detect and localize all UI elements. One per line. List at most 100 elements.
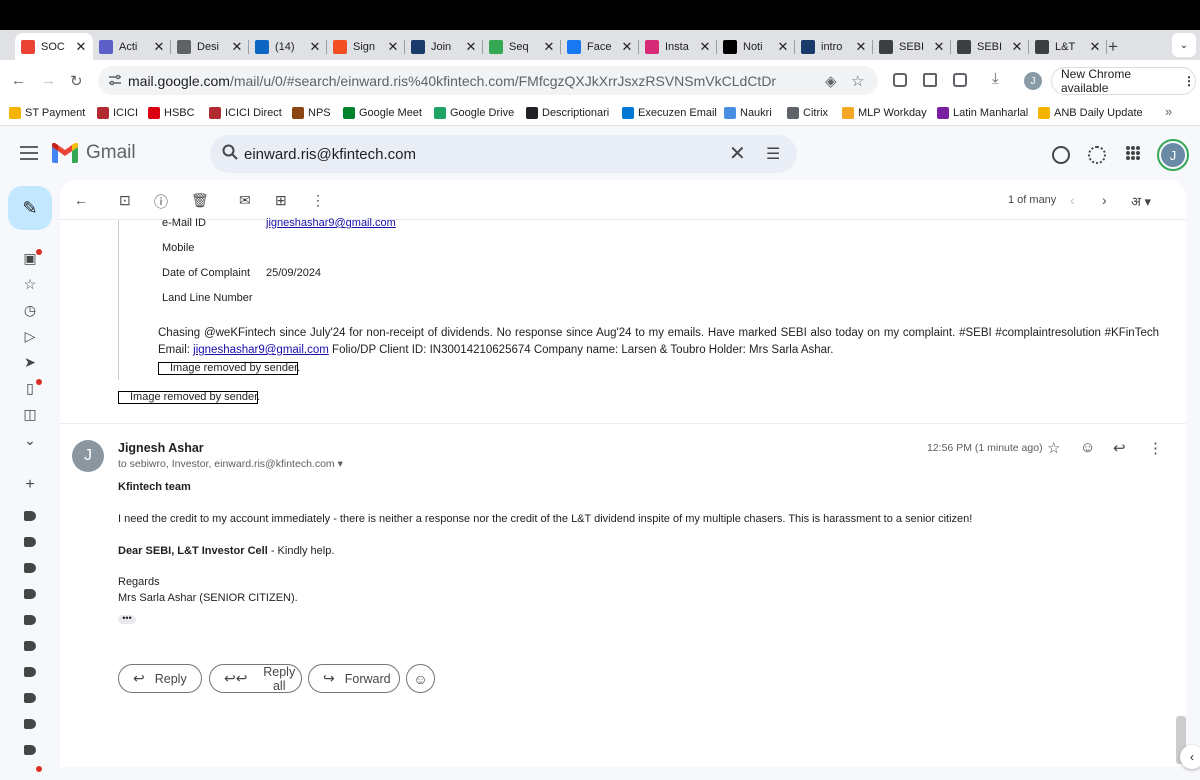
label-tag-icon[interactable] xyxy=(24,563,36,573)
address-bar[interactable]: mail.google.com/mail/u/0/#search/einward… xyxy=(98,66,878,95)
label-icon[interactable]: ◫ xyxy=(22,407,38,421)
input-tools-icon[interactable]: अ ▾ xyxy=(1131,192,1151,210)
label-tag-icon[interactable] xyxy=(24,667,36,677)
close-tab-icon[interactable]: ✕ xyxy=(697,39,713,55)
bookmark-item[interactable]: Citrix xyxy=(787,107,828,119)
search-options-icon[interactable]: ☰ xyxy=(766,144,780,164)
bookmark-item[interactable]: NPS xyxy=(292,107,331,119)
add-reaction-icon[interactable]: ☺ xyxy=(1080,439,1095,456)
bookmark-item[interactable]: ANB Daily Update xyxy=(1038,107,1143,119)
settings-gear-icon[interactable] xyxy=(1088,146,1106,164)
search-icon[interactable] xyxy=(222,144,238,160)
side-panel-toggle-icon[interactable]: ‹ xyxy=(1180,745,1200,769)
bookmark-item[interactable]: Naukri xyxy=(724,107,772,119)
browser-tab[interactable]: Seq ✕ xyxy=(483,33,561,60)
bookmark-item[interactable]: HSBC xyxy=(148,107,195,119)
more-bookmarks-icon[interactable]: » xyxy=(1165,104,1172,119)
chart-extension-icon[interactable] xyxy=(923,73,937,87)
back-to-results-icon[interactable]: ← xyxy=(74,192,88,208)
back-icon[interactable]: ← xyxy=(11,72,26,89)
more-chevron-icon[interactable]: ⌄ xyxy=(22,433,38,447)
bookmark-item[interactable]: ST Payment xyxy=(9,107,85,119)
starred-icon[interactable]: ☆ xyxy=(22,277,38,291)
bookmark-item[interactable]: Google Drive xyxy=(434,107,514,119)
label-tag-icon[interactable] xyxy=(24,615,36,625)
close-tab-icon[interactable]: ✕ xyxy=(151,39,167,55)
bookmark-item[interactable]: ICICI xyxy=(97,107,138,119)
bookmark-item[interactable]: Descriptionari xyxy=(526,107,609,119)
browser-tab[interactable]: SEBI ✕ xyxy=(873,33,951,60)
label-tag-icon[interactable] xyxy=(24,745,36,755)
bookmark-item[interactable]: Latin Manharlal xyxy=(937,107,1028,119)
browser-tab[interactable]: SEBI ✕ xyxy=(951,33,1029,60)
browser-tab[interactable]: Sign ✕ xyxy=(327,33,405,60)
close-tab-icon[interactable]: ✕ xyxy=(463,39,479,55)
newer-chevron-icon[interactable]: ‹ xyxy=(1070,192,1075,208)
mail-search-bar[interactable]: ✕ ☰ xyxy=(210,135,797,173)
site-info-icon[interactable] xyxy=(108,73,122,87)
email-link[interactable]: jigneshashar9@gmail.com xyxy=(266,217,396,229)
close-tab-icon[interactable]: ✕ xyxy=(853,39,869,55)
sender-name[interactable]: Jignesh Ashar xyxy=(118,441,204,455)
older-chevron-icon[interactable]: › xyxy=(1102,192,1107,208)
google-apps-icon[interactable] xyxy=(1126,146,1140,160)
browser-tab[interactable]: Noti ✕ xyxy=(717,33,795,60)
browser-tab[interactable]: Face ✕ xyxy=(561,33,639,60)
close-tab-icon[interactable]: ✕ xyxy=(1087,39,1103,55)
browser-tab[interactable]: (14) ✕ xyxy=(249,33,327,60)
tab-search-button[interactable]: ⌄ xyxy=(1172,33,1196,57)
reply-icon[interactable]: ↩ xyxy=(1113,439,1126,457)
gmail-logo[interactable]: Gmail xyxy=(52,142,136,164)
browser-tab[interactable]: SOC ✕ xyxy=(15,33,93,60)
puzzle-icon[interactable] xyxy=(953,73,967,87)
close-tab-icon[interactable]: ✕ xyxy=(385,39,401,55)
sender-avatar[interactable]: J xyxy=(72,440,104,472)
reply-button[interactable]: ↩ Reply xyxy=(118,664,202,693)
browser-tab[interactable]: intro ✕ xyxy=(795,33,873,60)
search-input[interactable] xyxy=(244,141,714,167)
clear-search-icon[interactable]: ✕ xyxy=(729,141,746,166)
forward-button[interactable]: ↪ Forward xyxy=(308,664,400,693)
delete-icon[interactable]: 🗑 xyxy=(191,192,209,209)
sent-icon[interactable]: ➤ xyxy=(22,355,38,369)
bookmark-item[interactable]: MLP Workday xyxy=(842,107,927,119)
extension-icon[interactable] xyxy=(893,73,907,87)
forward-icon[interactable]: → xyxy=(41,72,56,89)
bookmark-item[interactable]: Execuzen Email xyxy=(622,107,717,119)
move-to-icon[interactable]: ⊞ xyxy=(275,192,287,209)
message-more-icon[interactable]: ⋮ xyxy=(1148,439,1163,457)
close-tab-icon[interactable]: ✕ xyxy=(73,39,89,55)
compose-button[interactable]: ✎ xyxy=(8,186,52,230)
emoji-reaction-button[interactable]: ☺ xyxy=(406,664,435,693)
profile-avatar[interactable]: J xyxy=(1024,72,1042,90)
kebab-menu-icon[interactable]: ⋮ xyxy=(1183,74,1195,88)
close-tab-icon[interactable]: ✕ xyxy=(541,39,557,55)
create-label-icon[interactable]: + xyxy=(22,477,38,493)
close-tab-icon[interactable]: ✕ xyxy=(229,39,245,55)
archive-icon[interactable]: ⊡ xyxy=(119,192,131,209)
report-spam-icon[interactable]: ⓘ xyxy=(154,192,168,212)
help-icon[interactable] xyxy=(1052,146,1070,164)
mark-unread-icon[interactable]: ✉ xyxy=(239,192,251,209)
close-tab-icon[interactable]: ✕ xyxy=(775,39,791,55)
bookmark-item[interactable]: Google Meet xyxy=(343,107,422,119)
new-tab-button[interactable]: + xyxy=(1108,37,1118,57)
show-trimmed-content-button[interactable]: ••• xyxy=(118,614,136,624)
recipients[interactable]: to sebiwro, Investor, einward.ris@kfinte… xyxy=(118,458,343,470)
more-options-icon[interactable]: ⋮ xyxy=(311,192,325,209)
label-tag-icon[interactable] xyxy=(24,641,36,651)
eye-icon[interactable]: ◈ xyxy=(825,72,837,90)
label-tag-icon[interactable] xyxy=(24,511,36,521)
snoozed-icon[interactable]: ◷ xyxy=(22,303,38,317)
email-link[interactable]: jigneshashar9@gmail.com xyxy=(193,344,329,356)
browser-tab[interactable]: Desi ✕ xyxy=(171,33,249,60)
browser-tab[interactable]: Acti ✕ xyxy=(93,33,171,60)
close-tab-icon[interactable]: ✕ xyxy=(619,39,635,55)
account-avatar[interactable]: J xyxy=(1157,139,1189,171)
bookmark-star-icon[interactable]: ☆ xyxy=(851,72,864,90)
label-tag-icon[interactable] xyxy=(24,693,36,703)
reply-all-button[interactable]: ↩↩ Reply all xyxy=(209,664,302,693)
browser-tab[interactable]: Join ✕ xyxy=(405,33,483,60)
close-tab-icon[interactable]: ✕ xyxy=(1009,39,1025,55)
reload-icon[interactable]: ↻ xyxy=(70,72,83,90)
